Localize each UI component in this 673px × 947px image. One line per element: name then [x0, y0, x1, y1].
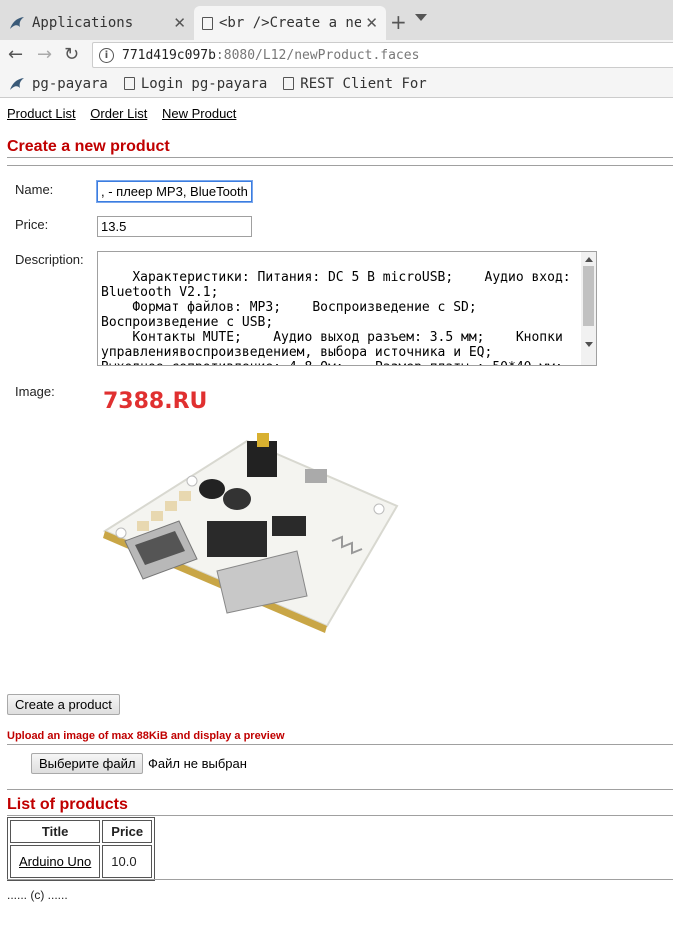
create-product-label: Create a product: [15, 697, 112, 712]
divider: [7, 879, 673, 880]
tab-create-product[interactable]: <br />Create a ne ✕: [194, 6, 386, 40]
table-header-row: Title Price: [10, 820, 153, 843]
scroll-up-icon[interactable]: [585, 257, 593, 262]
url-path: :8080/L12/newProduct.faces: [215, 47, 420, 63]
close-icon[interactable]: ✕: [173, 14, 186, 32]
price-label: Price:: [15, 217, 49, 232]
forward-arrow-icon[interactable]: →: [37, 44, 52, 66]
tab-strip: Applications ✕ <br />Create a ne ✕ +: [0, 0, 673, 40]
bookmark-pg-payara[interactable]: pg-payara: [8, 76, 108, 92]
table-row: Arduino Uno 10.0: [10, 845, 153, 878]
top-nav: Product List Order List New Product: [7, 106, 247, 121]
create-product-button[interactable]: Create a product: [7, 694, 120, 715]
choose-file-button[interactable]: Выберите файл: [31, 753, 144, 774]
bookmark-label: Login pg-payara: [140, 75, 268, 92]
page-title: Create a new product: [7, 138, 170, 155]
product-price-cell: 10.0: [102, 845, 153, 878]
link-order-list[interactable]: Order List: [90, 106, 147, 121]
bookmark-rest-client[interactable]: REST Client For: [283, 76, 433, 92]
upload-heading: Upload an image of max 88KiB and display…: [7, 730, 285, 742]
tab-applications[interactable]: Applications ✕: [0, 6, 194, 40]
products-title: List of products: [7, 796, 128, 813]
address-bar[interactable]: i 771d419c097b :8080/L12/newProduct.face…: [92, 42, 673, 68]
footer: ...... (c) ......: [7, 888, 68, 902]
name-input[interactable]: , - плеер MP3, BlueTooth: [97, 181, 252, 202]
close-icon[interactable]: ✕: [365, 14, 378, 32]
reload-icon[interactable]: ↻: [64, 44, 79, 66]
link-product-list[interactable]: Product List: [7, 106, 76, 121]
tab-list-chevron-icon[interactable]: [415, 14, 427, 21]
new-tab-icon[interactable]: +: [390, 10, 407, 34]
bookmark-label: REST Client For: [300, 75, 427, 92]
footer-text: ...... (c) ......: [7, 888, 68, 902]
scrollbar-thumb[interactable]: [583, 266, 594, 326]
divider: [7, 165, 673, 166]
price-input[interactable]: 13.5: [97, 216, 252, 237]
price-value: 13.5: [101, 219, 127, 234]
bookmarks-bar: pg-payara Login pg-payara REST Client Fo…: [0, 70, 673, 98]
divider: [7, 789, 673, 790]
payara-fish-icon: [10, 77, 24, 90]
tab-title: <br />Create a ne: [219, 15, 362, 31]
divider: [7, 744, 673, 745]
bookmark-login[interactable]: Login pg-payara: [123, 75, 268, 92]
product-image: 7388.RU: [102, 389, 399, 633]
navigation-bar: ← → ↻ i 771d419c097b :8080/L12/newProduc…: [0, 40, 673, 70]
url-host: 771d419c097b: [122, 47, 216, 63]
description-value: Характеристики: Питания: DC 5 В microUSB…: [101, 270, 571, 365]
products-table: Title Price Arduino Uno 10.0: [7, 817, 156, 881]
page-icon: [202, 16, 213, 30]
image-label: Image:: [15, 384, 55, 399]
name-value: , - плеер MP3, BlueTooth: [101, 184, 248, 199]
page-icon: [283, 77, 295, 90]
link-new-product[interactable]: New Product: [162, 106, 236, 121]
divider: [7, 815, 673, 816]
payara-fish-icon: [10, 17, 24, 29]
divider: [7, 157, 673, 158]
choose-file-label: Выберите файл: [39, 756, 136, 771]
bookmark-label: pg-payara: [32, 75, 108, 92]
textarea-scrollbar[interactable]: [581, 252, 596, 365]
column-title: Title: [10, 820, 101, 843]
description-textarea[interactable]: Характеристики: Питания: DC 5 В microUSB…: [97, 251, 597, 366]
product-link[interactable]: Arduino Uno: [19, 854, 91, 869]
scroll-down-icon[interactable]: [585, 342, 593, 347]
image-watermark: 7388.RU: [103, 389, 207, 414]
info-icon[interactable]: i: [99, 47, 114, 63]
file-status: Файл не выбран: [148, 756, 247, 771]
description-label: Description:: [15, 252, 84, 267]
back-arrow-icon[interactable]: ←: [8, 44, 23, 66]
column-price: Price: [102, 820, 153, 843]
product-title-cell: Arduino Uno: [10, 845, 101, 878]
page-icon: [123, 77, 135, 90]
tab-title: Applications: [32, 15, 134, 31]
name-label: Name:: [15, 182, 54, 197]
